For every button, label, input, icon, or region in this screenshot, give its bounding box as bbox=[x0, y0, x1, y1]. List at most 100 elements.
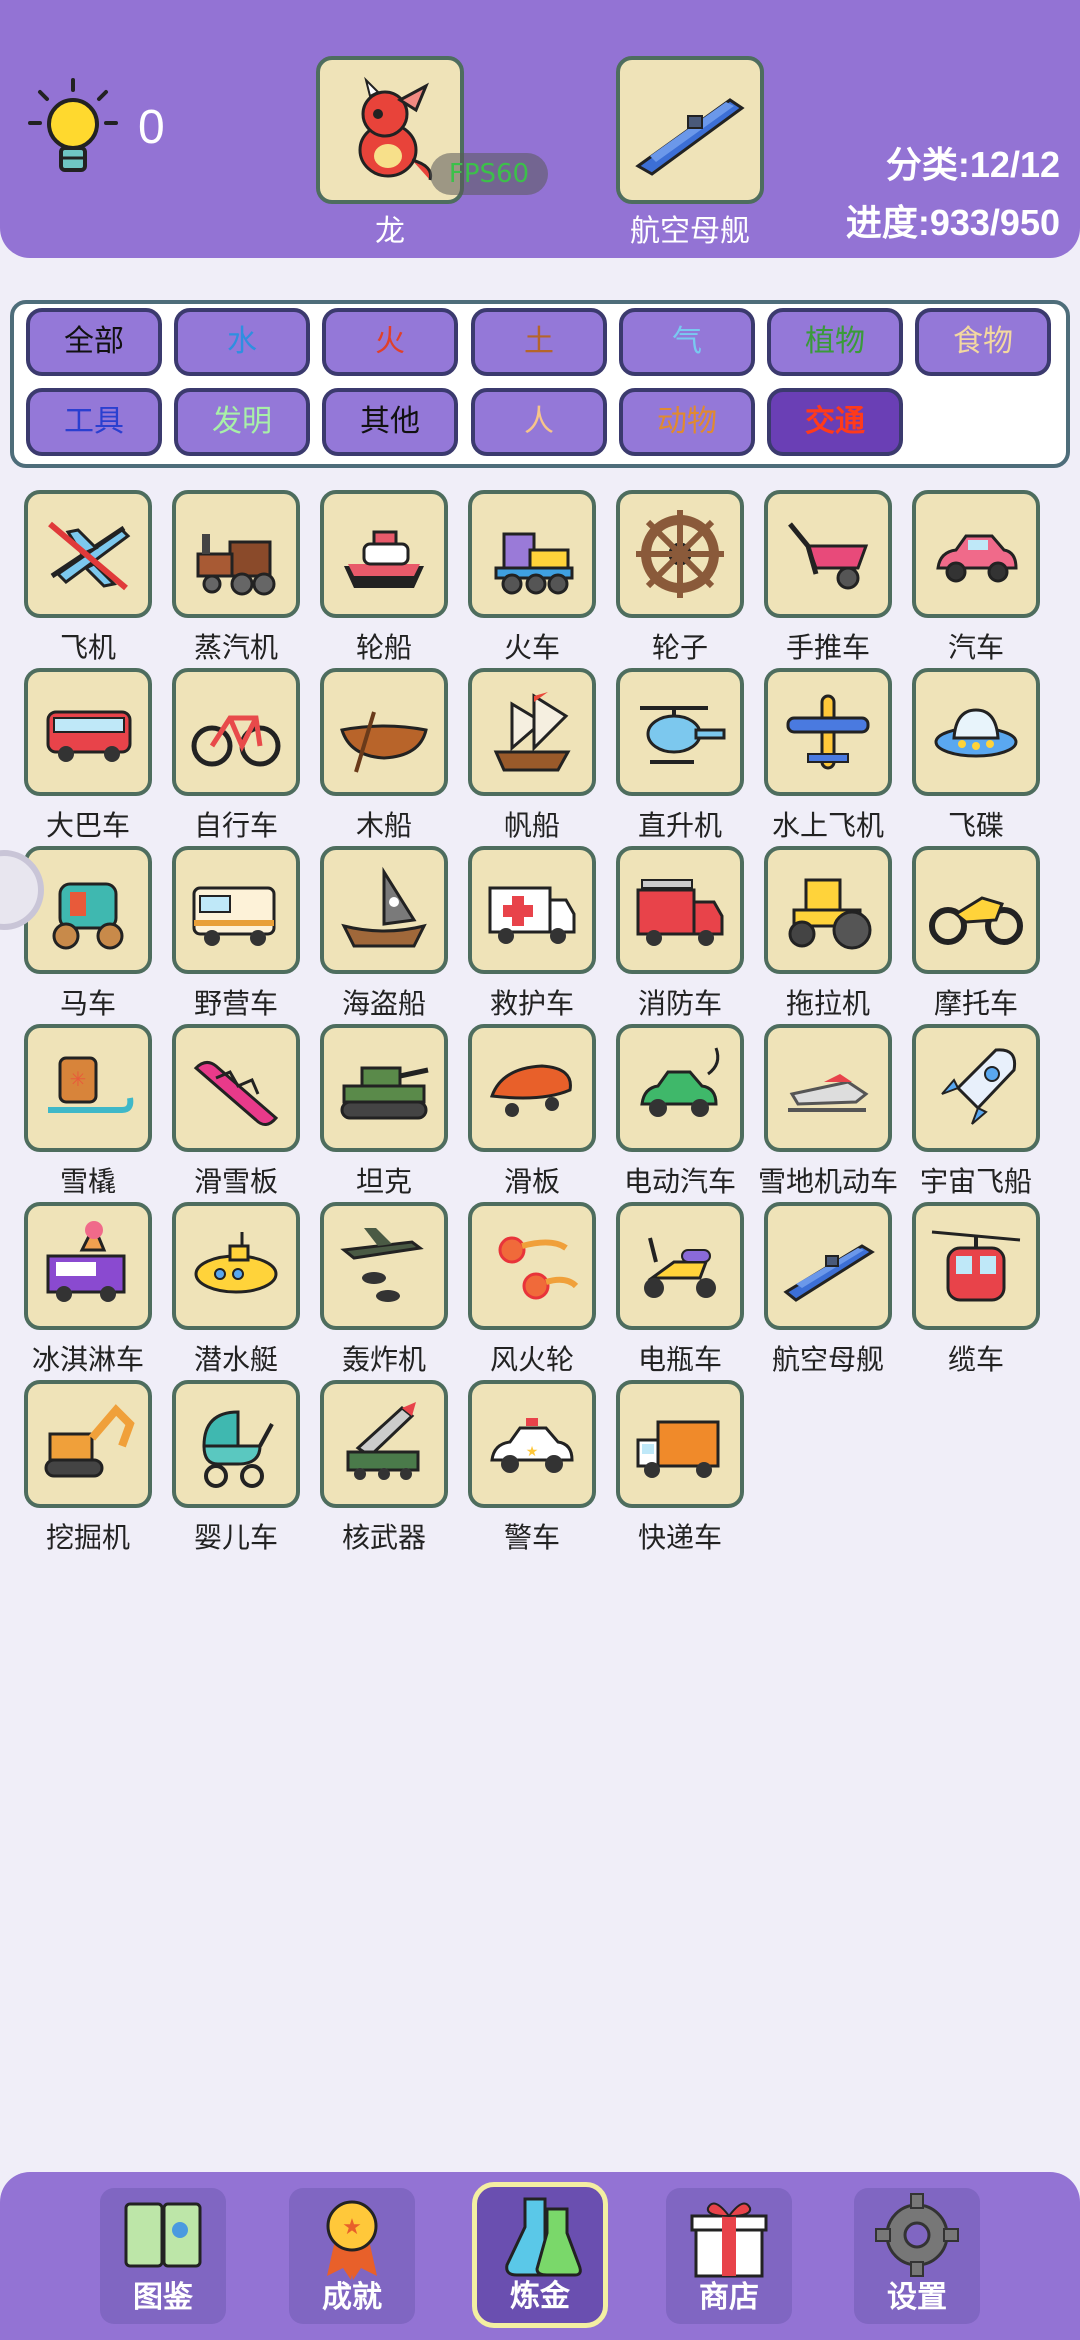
element-card[interactable]: 轮子 bbox=[616, 490, 766, 664]
element-card[interactable]: 木船 bbox=[320, 668, 470, 842]
element-card[interactable]: 轮船 bbox=[320, 490, 470, 664]
element-card[interactable]: 轰炸机 bbox=[320, 1202, 470, 1376]
element-tile[interactable] bbox=[616, 1024, 744, 1152]
element-tile[interactable] bbox=[764, 490, 892, 618]
nav-gift-button[interactable]: 商店 bbox=[666, 2188, 792, 2324]
nav-book-button[interactable]: 图鉴 bbox=[100, 2188, 226, 2324]
element-tile[interactable] bbox=[912, 1202, 1040, 1330]
element-tile[interactable] bbox=[616, 846, 744, 974]
filter-chip[interactable]: 水 bbox=[174, 308, 310, 376]
element-card[interactable]: 飞碟 bbox=[912, 668, 1062, 842]
element-card[interactable]: 火车 bbox=[468, 490, 618, 664]
element-tile[interactable] bbox=[24, 846, 152, 974]
element-card[interactable]: 电瓶车 bbox=[616, 1202, 766, 1376]
element-tile[interactable] bbox=[616, 1202, 744, 1330]
selected-slot-right[interactable] bbox=[616, 56, 764, 204]
filter-chip[interactable]: 动物 bbox=[619, 388, 755, 456]
element-tile[interactable] bbox=[172, 668, 300, 796]
element-tile[interactable] bbox=[172, 1380, 300, 1508]
element-tile[interactable] bbox=[764, 1202, 892, 1330]
element-tile[interactable] bbox=[320, 846, 448, 974]
element-tile[interactable] bbox=[468, 1024, 596, 1152]
filter-chip[interactable]: 食物 bbox=[915, 308, 1051, 376]
element-tile[interactable] bbox=[912, 668, 1040, 796]
element-card[interactable]: 蒸汽机 bbox=[172, 490, 322, 664]
element-tile[interactable] bbox=[24, 668, 152, 796]
element-card[interactable]: 马车 bbox=[24, 846, 174, 1020]
element-card[interactable]: 大巴车 bbox=[24, 668, 174, 842]
element-tile[interactable] bbox=[764, 668, 892, 796]
element-tile[interactable] bbox=[468, 490, 596, 618]
filter-chip[interactable]: 其他 bbox=[322, 388, 458, 456]
element-card[interactable]: 坦克 bbox=[320, 1024, 470, 1198]
element-card[interactable]: 野营车 bbox=[172, 846, 322, 1020]
element-card[interactable]: 冰淇淋车 bbox=[24, 1202, 174, 1376]
element-card[interactable]: 雪地机动车 bbox=[758, 1024, 914, 1198]
element-card[interactable]: 快递车 bbox=[616, 1380, 766, 1554]
element-tile[interactable] bbox=[764, 846, 892, 974]
nav-flask-button[interactable]: 炼金 bbox=[472, 2182, 608, 2328]
element-tile[interactable] bbox=[468, 668, 596, 796]
filter-chip[interactable]: 火 bbox=[322, 308, 458, 376]
element-tile[interactable] bbox=[320, 490, 448, 618]
element-tile[interactable]: ✳ bbox=[24, 1024, 152, 1152]
element-tile[interactable] bbox=[320, 1024, 448, 1152]
element-tile[interactable] bbox=[912, 490, 1040, 618]
element-tile[interactable] bbox=[320, 1380, 448, 1508]
element-card[interactable]: 水上飞机 bbox=[764, 668, 914, 842]
element-tile[interactable] bbox=[172, 1024, 300, 1152]
element-card[interactable]: 宇宙飞船 bbox=[912, 1024, 1062, 1198]
filter-chip[interactable]: 工具 bbox=[26, 388, 162, 456]
filter-chip[interactable]: 全部 bbox=[26, 308, 162, 376]
filter-chip[interactable]: 土 bbox=[471, 308, 607, 376]
element-card[interactable]: 拖拉机 bbox=[764, 846, 914, 1020]
element-card[interactable]: 摩托车 bbox=[912, 846, 1062, 1020]
nav-gear-button[interactable]: 设置 bbox=[854, 2188, 980, 2324]
element-card[interactable]: 消防车 bbox=[616, 846, 766, 1020]
element-tile[interactable] bbox=[468, 846, 596, 974]
element-card[interactable]: 救护车 bbox=[468, 846, 618, 1020]
element-card[interactable]: 帆船 bbox=[468, 668, 618, 842]
element-tile[interactable] bbox=[912, 846, 1040, 974]
element-card[interactable]: 缆车 bbox=[912, 1202, 1062, 1376]
filter-chip[interactable]: 人 bbox=[471, 388, 607, 456]
filter-chip[interactable]: 气 bbox=[619, 308, 755, 376]
element-card[interactable]: 滑板 bbox=[468, 1024, 618, 1198]
element-card[interactable]: 航空母舰 bbox=[764, 1202, 914, 1376]
element-card[interactable]: 自行车 bbox=[172, 668, 322, 842]
element-tile[interactable] bbox=[320, 668, 448, 796]
element-tile[interactable] bbox=[764, 1024, 892, 1152]
element-tile[interactable] bbox=[172, 490, 300, 618]
element-tile[interactable] bbox=[320, 1202, 448, 1330]
element-tile[interactable] bbox=[616, 668, 744, 796]
element-card[interactable]: 滑雪板 bbox=[172, 1024, 322, 1198]
element-tile[interactable] bbox=[172, 1202, 300, 1330]
element-card[interactable]: 潜水艇 bbox=[172, 1202, 322, 1376]
lightbulb-icon[interactable] bbox=[28, 78, 118, 178]
element-tile[interactable] bbox=[24, 1380, 152, 1508]
element-tile[interactable] bbox=[616, 490, 744, 618]
element-tile[interactable] bbox=[24, 1202, 152, 1330]
element-card[interactable]: 婴儿车 bbox=[172, 1380, 322, 1554]
element-card[interactable]: 海盗船 bbox=[320, 846, 470, 1020]
element-card[interactable]: ★ 警车 bbox=[468, 1380, 618, 1554]
element-tile[interactable] bbox=[172, 846, 300, 974]
filter-chip[interactable]: 交通 bbox=[767, 388, 903, 456]
filter-chip[interactable]: 发明 bbox=[174, 388, 310, 456]
element-tile[interactable] bbox=[616, 1380, 744, 1508]
element-card[interactable]: 直升机 bbox=[616, 668, 766, 842]
element-card[interactable]: 电动汽车 bbox=[616, 1024, 766, 1198]
element-card[interactable]: 汽车 bbox=[912, 490, 1062, 664]
nav-medal-button[interactable]: ★ 成就 bbox=[289, 2188, 415, 2324]
element-card[interactable]: 核武器 bbox=[320, 1380, 470, 1554]
element-tile[interactable] bbox=[912, 1024, 1040, 1152]
element-card[interactable]: 飞机 bbox=[24, 490, 174, 664]
element-card[interactable]: 手推车 bbox=[764, 490, 914, 664]
element-card[interactable]: 挖掘机 bbox=[24, 1380, 174, 1554]
element-tile[interactable]: ★ bbox=[468, 1380, 596, 1508]
element-card[interactable]: 风火轮 bbox=[468, 1202, 618, 1376]
element-tile[interactable] bbox=[24, 490, 152, 618]
element-card[interactable]: ✳ 雪橇 bbox=[24, 1024, 174, 1198]
element-tile[interactable] bbox=[468, 1202, 596, 1330]
filter-chip[interactable]: 植物 bbox=[767, 308, 903, 376]
